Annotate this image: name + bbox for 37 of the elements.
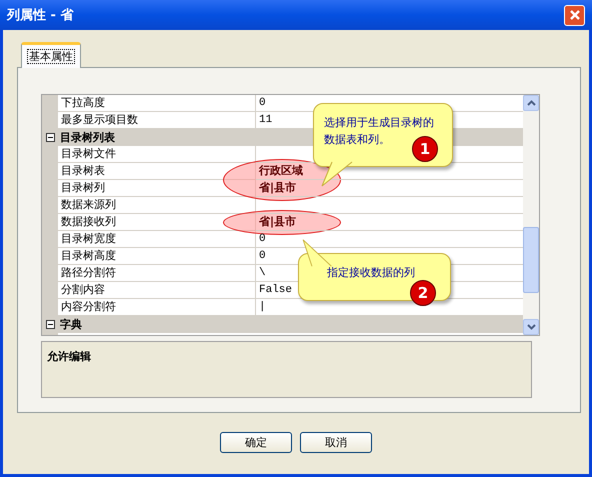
description-title: 允许编辑 [47,350,91,363]
property-name[interactable]: 路径分割符 [58,265,256,282]
property-name[interactable]: 目录树高度 [58,248,256,265]
category-label: 字典 [59,317,82,333]
property-name[interactable]: 分割内容 [58,282,256,299]
property-value[interactable]: 0 [259,97,266,109]
property-value[interactable]: False [259,284,292,296]
scrollbar[interactable] [523,95,539,335]
number-badge: 2 [410,280,436,306]
scroll-down-icon[interactable] [526,324,536,330]
property-value[interactable]: 省|县市 [259,215,296,228]
dialog-button[interactable]: 确定 [220,432,292,453]
scroll-thumb[interactable] [523,227,539,293]
dialog-button[interactable]: 取消 [300,432,372,453]
property-value[interactable]: 0 [259,250,266,262]
property-value[interactable]: 行政区域 [259,164,303,177]
callout-text: 指定接收数据的列 [327,265,416,281]
property-name[interactable]: 数据来源列 [58,197,256,214]
property-value[interactable]: | [259,301,266,313]
close-icon [568,9,580,21]
category-label: 目录树列表 [59,130,115,146]
property-value[interactable]: 省|县市 [259,181,296,194]
close-button[interactable] [564,4,585,26]
collapse-icon[interactable] [46,320,54,329]
property-value[interactable]: 0 [259,233,266,245]
property-value[interactable]: \ [259,267,266,279]
property-name[interactable]: 目录树文件 [58,146,256,163]
scroll-up-icon[interactable] [526,100,536,106]
property-name[interactable]: 目录树宽度 [58,231,256,248]
property-value[interactable]: 11 [259,114,272,126]
collapse-icon[interactable] [46,133,54,142]
property-name[interactable]: 下拉高度 [58,95,256,112]
property-name[interactable]: 目录树表 [58,163,256,180]
property-name[interactable]: 目录树列 [58,180,256,197]
window-title: 列属性 - 省 [7,7,74,24]
property-name[interactable]: 数据接收列 [58,214,256,231]
tab[interactable]: 基本属性 [21,42,81,68]
